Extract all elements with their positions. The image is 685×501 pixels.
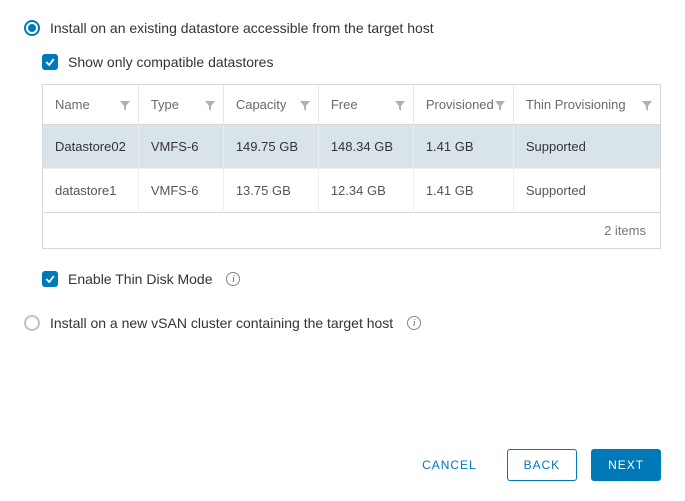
cell-capacity: 13.75 GB xyxy=(223,169,318,213)
back-button[interactable]: BACK xyxy=(507,449,578,481)
col-capacity[interactable]: Capacity xyxy=(223,85,318,125)
cell-type: VMFS-6 xyxy=(138,125,223,169)
option-existing-label: Install on an existing datastore accessi… xyxy=(50,20,434,36)
checkbox-compatible-datastores[interactable]: Show only compatible datastores xyxy=(42,54,661,70)
option-existing-datastore[interactable]: Install on an existing datastore accessi… xyxy=(24,20,661,36)
checkbox-thin-disk-label: Enable Thin Disk Mode xyxy=(68,271,212,287)
filter-icon[interactable] xyxy=(642,99,652,109)
datastore-table: Name Type Capacity Free Provisioned xyxy=(42,84,661,249)
table-header-row: Name Type Capacity Free Provisioned xyxy=(43,85,660,125)
cell-thin: Supported xyxy=(513,125,660,169)
info-icon[interactable]: i xyxy=(226,272,240,286)
cell-name: datastore1 xyxy=(43,169,138,213)
col-provisioned[interactable]: Provisioned xyxy=(413,85,513,125)
filter-icon[interactable] xyxy=(395,99,405,109)
option-vsan-label: Install on a new vSAN cluster containing… xyxy=(50,315,393,331)
radio-icon xyxy=(24,315,40,331)
filter-icon[interactable] xyxy=(495,99,505,109)
check-icon xyxy=(42,54,58,70)
filter-icon[interactable] xyxy=(120,99,130,109)
filter-icon[interactable] xyxy=(300,99,310,109)
cell-free: 12.34 GB xyxy=(318,169,413,213)
cell-provisioned: 1.41 GB xyxy=(413,169,513,213)
col-free[interactable]: Free xyxy=(318,85,413,125)
cell-name: Datastore02 xyxy=(43,125,138,169)
radio-icon xyxy=(24,20,40,36)
cell-provisioned: 1.41 GB xyxy=(413,125,513,169)
wizard-buttons: CANCEL BACK NEXT xyxy=(406,449,661,481)
table-item-count: 2 items xyxy=(43,213,660,249)
cell-thin: Supported xyxy=(513,169,660,213)
cell-type: VMFS-6 xyxy=(138,169,223,213)
option-vsan-cluster[interactable]: Install on a new vSAN cluster containing… xyxy=(24,315,661,331)
next-button[interactable]: NEXT xyxy=(591,449,661,481)
check-icon xyxy=(42,271,58,287)
info-icon[interactable]: i xyxy=(407,316,421,330)
cancel-button[interactable]: CANCEL xyxy=(406,450,492,480)
table-row[interactable]: datastore1 VMFS-6 13.75 GB 12.34 GB 1.41… xyxy=(43,169,660,213)
col-name[interactable]: Name xyxy=(43,85,138,125)
col-type[interactable]: Type xyxy=(138,85,223,125)
cell-capacity: 149.75 GB xyxy=(223,125,318,169)
cell-free: 148.34 GB xyxy=(318,125,413,169)
filter-icon[interactable] xyxy=(205,99,215,109)
table-row[interactable]: Datastore02 VMFS-6 149.75 GB 148.34 GB 1… xyxy=(43,125,660,169)
table-footer: 2 items xyxy=(43,213,660,249)
col-thin[interactable]: Thin Provisioning xyxy=(513,85,660,125)
checkbox-thin-disk-mode[interactable]: Enable Thin Disk Mode i xyxy=(42,271,661,287)
checkbox-compatible-label: Show only compatible datastores xyxy=(68,54,273,70)
